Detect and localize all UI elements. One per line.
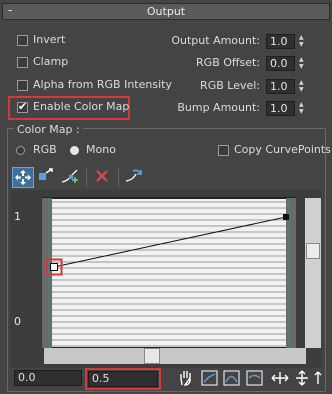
copy-curve-points-checkbox[interactable] <box>218 145 229 156</box>
zoom-extents-icon[interactable] <box>200 369 220 387</box>
rgb-level-spinner[interactable]: ▲ ▼ <box>299 79 308 94</box>
rollout-title: Output <box>146 5 186 18</box>
reset-curve-icon[interactable] <box>124 167 146 188</box>
invert-checkbox[interactable] <box>17 35 28 46</box>
curve-toolbar <box>10 166 322 190</box>
delete-point-icon[interactable] <box>92 167 114 188</box>
graph-horizontal-scrollbar[interactable] <box>44 348 306 364</box>
graph-right-band <box>286 198 296 348</box>
enable-color-map-label: Enable Color Map <box>33 100 130 113</box>
y-axis-top-label: 1 <box>14 210 21 223</box>
bump-amount-label: Bump Amount: <box>177 101 260 114</box>
toolbar-separator <box>118 169 119 187</box>
enable-color-map-checkbox[interactable] <box>17 100 28 113</box>
clamp-label: Clamp <box>33 55 69 68</box>
rgb-level-field[interactable]: 1.0 <box>266 79 295 94</box>
mono-radio[interactable] <box>70 146 79 155</box>
curve-plot[interactable] <box>10 190 322 368</box>
invert-label: Invert <box>33 33 66 46</box>
more-tools-icon[interactable] <box>314 369 328 387</box>
zoom-horizontal-icon[interactable] <box>270 369 290 387</box>
copy-curve-points-label: Copy CurvePoints <box>234 143 331 156</box>
color-map-group-label: Color Map : <box>14 123 83 136</box>
zoom-vertical-icon[interactable] <box>292 369 312 387</box>
rgb-level-label: RGB Level: <box>200 79 260 92</box>
alpha-from-rgb-checkbox[interactable] <box>17 80 28 91</box>
horizontal-scroll-thumb[interactable] <box>144 348 160 364</box>
curve-graph[interactable]: 1 0 <box>10 190 322 368</box>
zoom-horizontal-extents-icon[interactable] <box>222 369 242 387</box>
rgb-radio-label: RGB <box>33 143 57 156</box>
toolbar-separator <box>86 169 87 187</box>
move-icon[interactable] <box>12 167 34 188</box>
rgb-offset-spinner[interactable]: ▲ ▼ <box>299 56 308 71</box>
clamp-checkbox[interactable] <box>17 57 28 68</box>
curve-start-point <box>50 263 58 271</box>
zoom-vertical-extents-icon[interactable] <box>245 369 265 387</box>
output-amount-label: Output Amount: <box>171 34 260 47</box>
vertical-scroll-thumb[interactable] <box>306 243 320 259</box>
graph-grid-lines <box>42 197 296 349</box>
rgb-radio[interactable] <box>16 146 25 155</box>
graph-vertical-scrollbar[interactable] <box>305 198 321 348</box>
scale-point-icon[interactable] <box>36 167 58 188</box>
rgb-offset-label: RGB Offset: <box>196 56 260 69</box>
rgb-offset-field[interactable]: 0.0 <box>266 56 295 71</box>
output-amount-spinner[interactable]: ▲ ▼ <box>299 34 308 49</box>
output-rollout-header[interactable]: - Output <box>2 3 330 20</box>
point-x-field[interactable]: 0.0 <box>14 370 82 386</box>
output-amount-field[interactable]: 1.0 <box>266 34 295 49</box>
pan-icon[interactable] <box>176 369 196 387</box>
curve-line <box>53 216 287 268</box>
bump-amount-spinner[interactable]: ▲ ▼ <box>299 101 308 116</box>
alpha-from-rgb-label: Alpha from RGB Intensity <box>33 78 172 91</box>
point-y-field[interactable]: 0.5 <box>88 371 158 387</box>
mono-radio-label: Mono <box>86 143 116 156</box>
bump-amount-field[interactable]: 1.0 <box>266 101 295 116</box>
y-axis-bottom-label: 0 <box>14 315 21 328</box>
curve-end-point <box>283 214 289 220</box>
add-point-icon[interactable] <box>60 167 82 188</box>
